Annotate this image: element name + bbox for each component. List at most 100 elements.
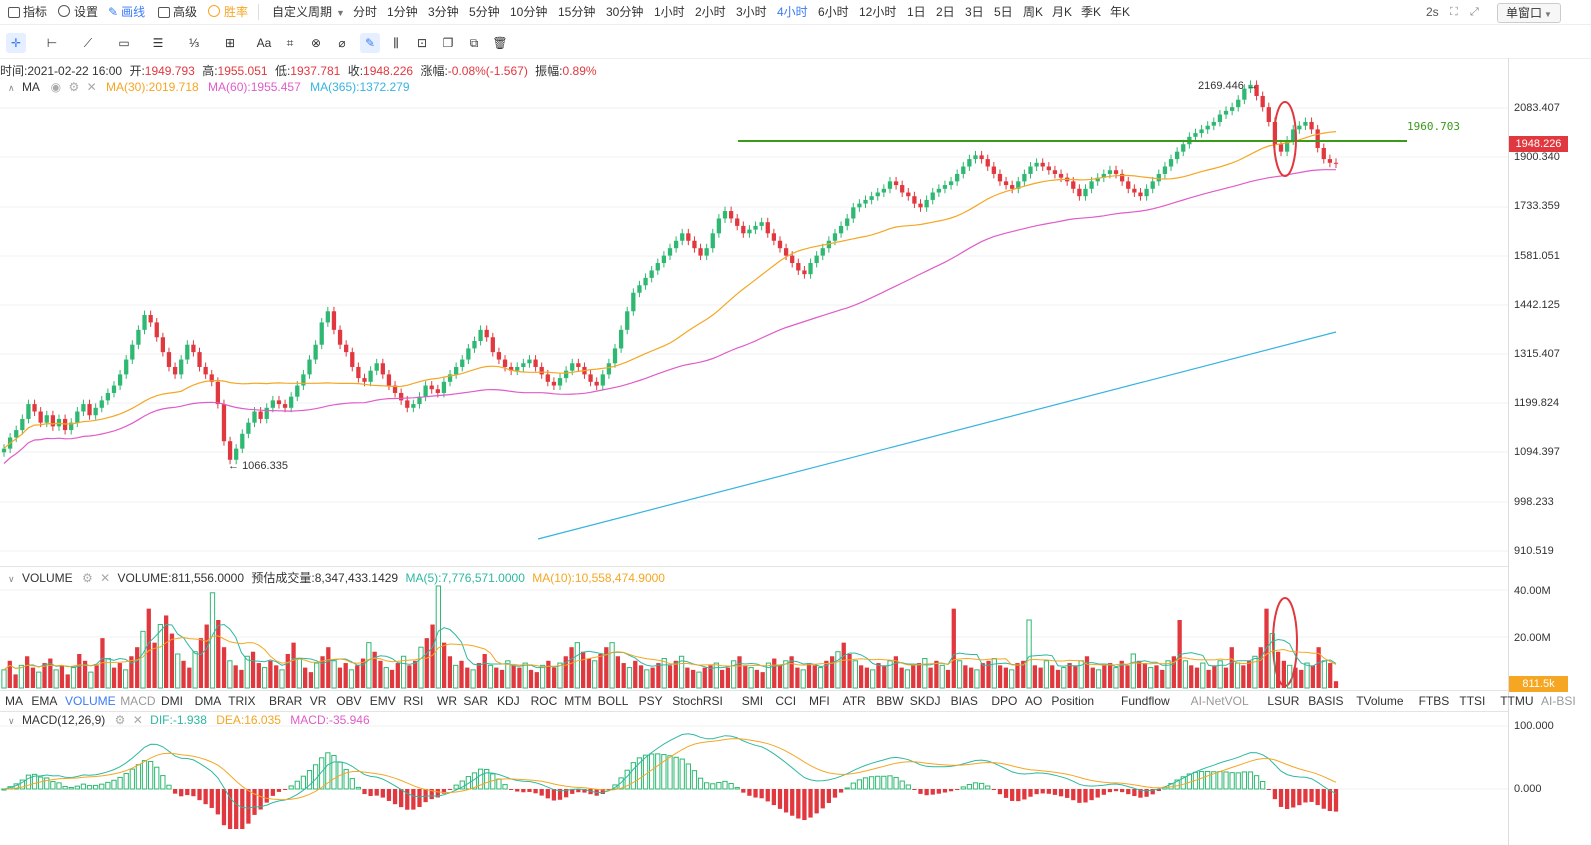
indicator-tab-atr[interactable]: ATR (843, 691, 866, 711)
indicator-tab-roc[interactable]: ROC (531, 691, 558, 711)
collapse-icon[interactable]: ∨ (8, 574, 15, 584)
candle-body (1327, 159, 1333, 163)
eye-icon[interactable]: ◉ (51, 80, 61, 94)
candle-body (99, 400, 104, 408)
candle-body (1181, 144, 1186, 152)
indicator-tab-volume[interactable]: VOLUME (65, 691, 116, 711)
macd-bar (630, 762, 636, 790)
indicator-tab-obv[interactable]: OBV (336, 691, 361, 711)
indicator-tab-psy[interactable]: PSY (639, 691, 663, 711)
indicator-tab-dpo[interactable]: DPO (991, 691, 1017, 711)
close-icon[interactable]: ✕ (100, 571, 110, 585)
indicator-tab-trix[interactable]: TRIX (228, 691, 255, 711)
indicator-tab-smi[interactable]: SMI (742, 691, 763, 711)
indicator-tab-stochrsi[interactable]: StochRSI (672, 691, 723, 711)
indicator-tab-ma[interactable]: MA (5, 691, 23, 711)
indicator-tab-tvolume[interactable]: TVolume (1356, 691, 1403, 711)
volume-bar (1328, 663, 1333, 688)
candle-body (38, 411, 43, 423)
indicator-tab-ttmu[interactable]: TTMU (1500, 691, 1533, 711)
ohlc-time: 2021-02-22 16:00 (27, 64, 123, 78)
candle-body (44, 415, 49, 423)
volume-bar (1067, 663, 1072, 688)
macd-bar (392, 789, 398, 805)
macd-bar (282, 789, 288, 790)
indicator-tab-skdj[interactable]: SKDJ (910, 691, 941, 711)
volume-bar (326, 647, 331, 688)
indicator-tab-ai-netvol[interactable]: AI-NetVOL (1191, 691, 1249, 711)
indicator-tab-dma[interactable]: DMA (195, 691, 222, 711)
volume-bar (569, 647, 574, 688)
gear-icon[interactable]: ⚙ (115, 713, 126, 727)
macd-bar (1126, 789, 1131, 795)
indicator-tab-bias[interactable]: BIAS (951, 691, 978, 711)
indicator-tab-bbw[interactable]: BBW (876, 691, 903, 711)
indicator-tab-macd[interactable]: MACD (120, 691, 155, 711)
indicator-tab-basis[interactable]: BASIS (1308, 691, 1343, 711)
candle-body (808, 263, 813, 275)
indicator-tab-rsi[interactable]: RSI (403, 691, 423, 711)
candle-body (1046, 166, 1051, 171)
volume-bar (945, 669, 951, 688)
indicator-tab-boll[interactable]: BOLL (598, 691, 629, 711)
indicator-tab-brar[interactable]: BRAR (269, 691, 302, 711)
volume-bar (1182, 660, 1189, 689)
indicator-tab-ao[interactable]: AO (1025, 691, 1042, 711)
indicator-tab-kdj[interactable]: KDJ (497, 691, 520, 711)
volume-bar (656, 663, 661, 688)
volume-bar (719, 669, 725, 688)
volume-bar (366, 642, 372, 689)
candle-body (698, 248, 703, 256)
candle-body (111, 385, 117, 393)
macd-bar (673, 756, 679, 790)
volume-bar (604, 647, 609, 688)
indicator-tab-vr[interactable]: VR (310, 691, 327, 711)
volume-bar (487, 664, 494, 689)
candle-body (887, 181, 893, 189)
volume-bar (1038, 667, 1043, 688)
candle-body (533, 359, 538, 367)
macd-bar (521, 789, 526, 793)
volume-bar (586, 658, 592, 688)
candle-body (588, 374, 593, 382)
indicator-tab-mfi[interactable]: MFI (809, 691, 830, 711)
gear-icon[interactable]: ⚙ (82, 571, 93, 585)
volume-bar (152, 642, 157, 688)
candle-body (337, 329, 343, 345)
macd-bar (191, 789, 196, 797)
volume-bar (1241, 665, 1246, 688)
indicator-tab-lsur[interactable]: LSUR (1267, 691, 1299, 711)
macd-axis-label: 100.000 (1514, 720, 1554, 732)
indicator-tab-fundflow[interactable]: Fundflow (1121, 691, 1170, 711)
indicator-tab-sar[interactable]: SAR (463, 691, 488, 711)
close-icon[interactable]: ✕ (133, 713, 143, 727)
collapse-icon[interactable]: ∨ (8, 716, 15, 726)
candle-body (405, 400, 410, 408)
candle-body (851, 207, 856, 219)
ma60-value: MA(60):1955.457 (208, 80, 301, 94)
macd-value: MACD:-35.946 (290, 713, 370, 727)
candle-body (1217, 114, 1223, 122)
candle-body (1156, 173, 1161, 182)
indicator-tab-mtm[interactable]: MTM (564, 691, 591, 711)
volume-bar (817, 667, 824, 689)
macd-bar (38, 776, 44, 790)
indicator-tab-dmi[interactable]: DMI (161, 691, 183, 711)
gear-icon[interactable]: ⚙ (68, 80, 79, 94)
candle-body (747, 229, 752, 234)
volume-bar (934, 660, 939, 688)
indicator-tab-wr[interactable]: WR (437, 691, 457, 711)
volume-bar (1032, 665, 1037, 688)
volume-bar (233, 665, 238, 688)
candle-body (20, 418, 25, 431)
indicator-tab-ai-bsi[interactable]: AI-BSI (1541, 691, 1576, 711)
close-icon[interactable]: ✕ (87, 80, 97, 94)
collapse-icon[interactable]: ∧ (8, 83, 15, 93)
indicator-tab-ttsi[interactable]: TTSI (1459, 691, 1485, 711)
indicator-tab-emv[interactable]: EMV (370, 691, 396, 711)
candle-body (967, 159, 972, 167)
indicator-tab-position[interactable]: Position (1051, 691, 1094, 711)
indicator-tab-ftbs[interactable]: FTBS (1419, 691, 1450, 711)
indicator-tab-ema[interactable]: EMA (31, 691, 57, 711)
indicator-tab-cci[interactable]: CCI (775, 691, 796, 711)
